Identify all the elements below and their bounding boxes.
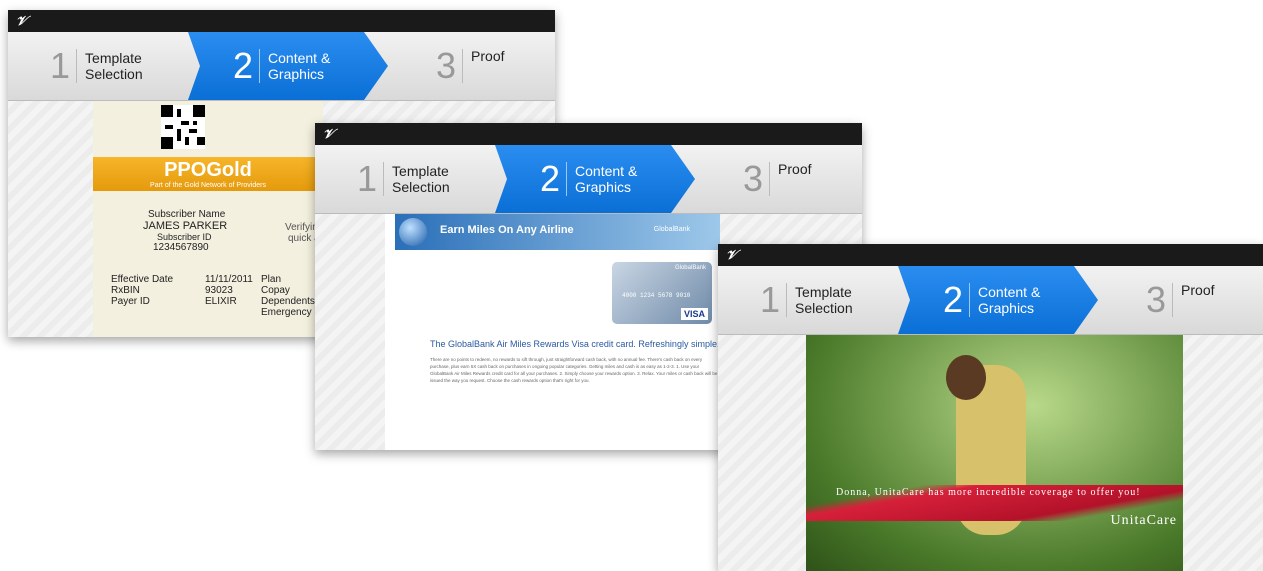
step-content-graphics[interactable]: 2 Content & Graphics xyxy=(188,32,388,100)
visa-logo: VISA xyxy=(680,308,708,320)
title-bar: 𝒱 xyxy=(718,244,1263,266)
step-label: Template xyxy=(85,50,142,66)
step-number: 2 xyxy=(943,279,964,320)
step-label: Selection xyxy=(85,66,143,82)
step-divider xyxy=(566,162,568,196)
step-label: Content & xyxy=(268,50,331,66)
offer-title: The GlobalBank Air Miles Rewards Visa cr… xyxy=(430,339,720,349)
step-number: 3 xyxy=(1146,279,1167,320)
step-number: 3 xyxy=(743,158,764,199)
ppo-gold-banner: PPOGold Part of the Gold Network of Prov… xyxy=(93,157,323,191)
step-wizard: 1 Template Selection 2 Content & Graphics … xyxy=(718,266,1263,335)
row-value: 11/11/2011 xyxy=(205,274,253,285)
step-template-selection[interactable]: 1 Template Selection xyxy=(760,266,910,334)
hero-photo: Donna, UnitaCare has more incredible cov… xyxy=(806,335,1183,571)
credit-card-image: GlobalBank 4000 1234 5678 9010 VISA xyxy=(612,262,712,324)
step-label: Graphics xyxy=(978,300,1035,316)
step-number: 2 xyxy=(233,45,254,86)
step-divider xyxy=(259,49,261,83)
row-col3: Emergency xyxy=(261,307,312,318)
app-logo-icon: 𝒱 xyxy=(726,247,737,262)
row-value: 93023 xyxy=(205,285,233,296)
card-brand: GlobalBank xyxy=(674,265,706,271)
offer-body: There are no points to redeem, no reward… xyxy=(430,357,718,383)
step-wizard: 1 Template Selection 2 Content & Graphics … xyxy=(315,145,862,214)
title-bar: 𝒱 xyxy=(8,10,555,32)
row-col3: Plan xyxy=(261,274,282,285)
card-number: 4000 1234 5678 9010 xyxy=(622,292,691,299)
step-label: Proof xyxy=(1181,282,1215,298)
step-proof[interactable]: 3 Proof xyxy=(436,32,546,100)
row-label: RxBIN xyxy=(111,285,140,296)
step-divider xyxy=(76,49,78,83)
step-divider xyxy=(383,162,385,196)
unitacare-logo: UnitaCare xyxy=(1110,513,1177,528)
globe-icon xyxy=(399,218,427,246)
app-logo-icon: 𝒱 xyxy=(16,13,27,28)
step-divider xyxy=(1172,283,1174,317)
subscriber-id: 1234567890 xyxy=(153,242,209,253)
step-label: Graphics xyxy=(268,66,325,82)
subscriber-id-label: Subscriber ID xyxy=(157,232,212,242)
step-divider xyxy=(786,283,788,317)
row-col3: Dependents xyxy=(261,296,315,307)
step-label: Selection xyxy=(795,300,853,316)
preview-area: Donna, UnitaCare has more incredible cov… xyxy=(718,335,1263,571)
row-value: ELIXIR xyxy=(205,296,237,307)
verify-text: Verifyin xyxy=(285,222,318,233)
airline-banner: Earn Miles On Any Airline GlobalBank xyxy=(395,214,720,250)
qr-code-icon xyxy=(161,105,205,149)
step-proof[interactable]: 3 Proof xyxy=(1146,266,1256,334)
banner-brand: GlobalBank xyxy=(653,226,690,233)
brand-name: PPOGold xyxy=(164,159,252,181)
row-col3: Copay xyxy=(261,285,290,296)
step-divider xyxy=(462,49,464,83)
credit-card-page: Earn Miles On Any Airline GlobalBank Glo… xyxy=(385,214,720,450)
row-label: Effective Date xyxy=(111,274,174,285)
step-content-graphics[interactable]: 2 Content & Graphics xyxy=(495,145,695,213)
step-number: 1 xyxy=(357,158,378,199)
step-number: 1 xyxy=(760,279,781,320)
step-label: Proof xyxy=(471,48,505,64)
woman-head xyxy=(946,355,986,400)
app-logo-icon: 𝒱 xyxy=(323,126,334,141)
step-divider xyxy=(969,283,971,317)
step-label: Proof xyxy=(778,161,812,177)
step-label: Graphics xyxy=(575,179,632,195)
qr-code xyxy=(161,105,205,149)
insurance-card: PPOGold Part of the Gold Network of Prov… xyxy=(93,101,323,337)
window-unitacare: 𝒱 1 Template Selection 2 Content & Graphic… xyxy=(718,244,1263,571)
title-bar: 𝒱 xyxy=(315,123,862,145)
step-wizard: 1 Template Selection 2 Content & Graphics … xyxy=(8,32,555,101)
step-divider xyxy=(769,162,771,196)
step-label: Content & xyxy=(575,163,638,179)
step-number: 3 xyxy=(436,45,457,86)
subscriber-name-label: Subscriber Name xyxy=(148,209,226,220)
step-template-selection[interactable]: 1 Template Selection xyxy=(50,32,200,100)
banner-text: Earn Miles On Any Airline xyxy=(440,224,574,236)
step-content-graphics[interactable]: 2 Content & Graphics xyxy=(898,266,1098,334)
tagline: Donna, UnitaCare has more incredible cov… xyxy=(836,487,1141,498)
subscriber-name: JAMES PARKER xyxy=(143,220,228,232)
step-label: Content & xyxy=(978,284,1041,300)
step-template-selection[interactable]: 1 Template Selection xyxy=(357,145,507,213)
step-label: Template xyxy=(392,163,449,179)
step-number: 1 xyxy=(50,45,71,86)
step-number: 2 xyxy=(540,158,561,199)
row-label: Payer ID xyxy=(111,296,150,307)
step-proof[interactable]: 3 Proof xyxy=(743,145,853,213)
step-label: Selection xyxy=(392,179,450,195)
step-label: Template xyxy=(795,284,852,300)
brand-subtitle: Part of the Gold Network of Providers xyxy=(150,182,266,189)
